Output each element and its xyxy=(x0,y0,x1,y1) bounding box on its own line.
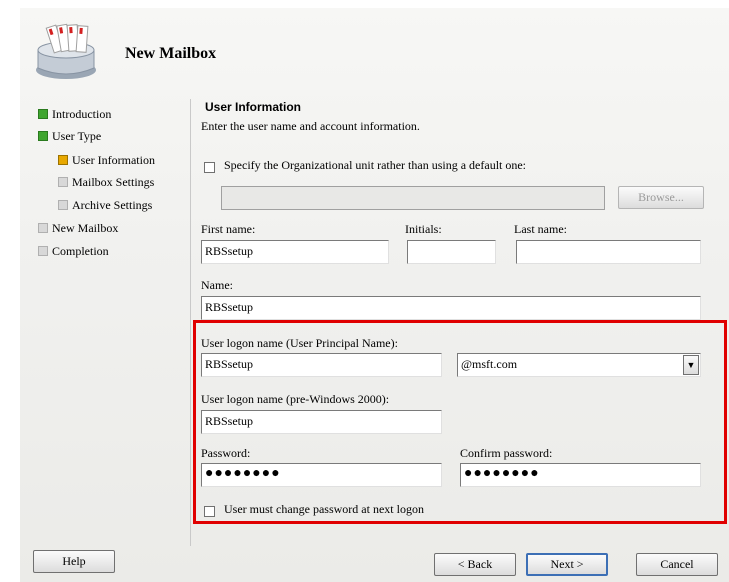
browse-button: Browse... xyxy=(618,186,704,209)
step-complete-icon xyxy=(38,109,48,119)
last-name-field[interactable] xyxy=(516,240,701,264)
ou-path-field xyxy=(221,186,605,210)
nav-divider xyxy=(190,99,191,546)
section-title: User Information xyxy=(205,100,302,114)
first-name-label: First name: xyxy=(201,222,256,236)
section-description: Enter the user name and account informat… xyxy=(201,119,420,133)
next-button[interactable]: Next > xyxy=(526,553,608,576)
step-complete-icon xyxy=(38,131,48,141)
name-field[interactable]: RBSsetup xyxy=(201,296,701,320)
cancel-button[interactable]: Cancel xyxy=(636,553,718,576)
step-pending-icon xyxy=(58,177,68,187)
ou-checkbox-label: Specify the Organizational unit rather t… xyxy=(224,158,527,172)
name-label: Name: xyxy=(201,278,233,292)
step-current-icon xyxy=(58,155,68,165)
first-name-field[interactable]: RBSsetup xyxy=(201,240,389,264)
back-button[interactable]: < Back xyxy=(434,553,516,576)
step-pending-icon xyxy=(38,223,48,233)
step-pending-icon xyxy=(58,200,68,210)
ou-checkbox[interactable] xyxy=(204,162,215,173)
initials-field[interactable] xyxy=(407,240,496,264)
highlight-box xyxy=(193,320,727,524)
initials-label: Initials: xyxy=(405,222,442,236)
help-button[interactable]: Help xyxy=(33,550,115,573)
last-name-label: Last name: xyxy=(514,222,567,236)
wizard-title: New Mailbox xyxy=(125,45,217,62)
mailbox-wizard-icon xyxy=(30,20,102,82)
step-pending-icon xyxy=(38,246,48,256)
